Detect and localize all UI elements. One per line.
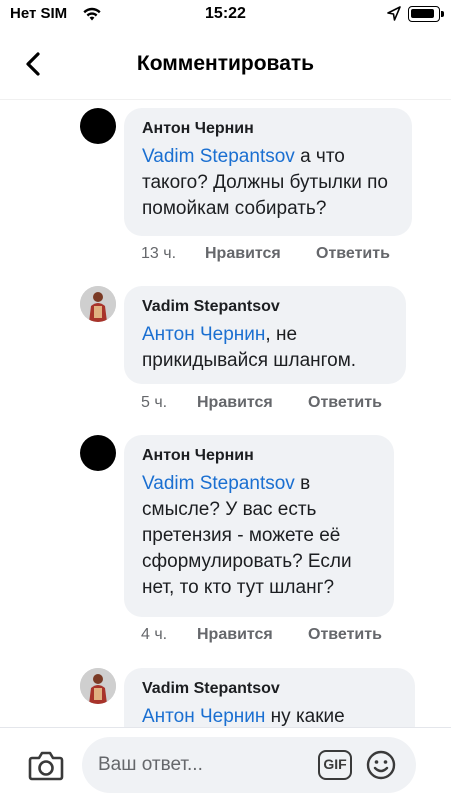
header: Комментировать <box>0 30 451 100</box>
reply-button[interactable]: Ответить <box>316 245 390 263</box>
comment-text: Антон Чернин, не прикидывайся шлангом. <box>142 322 388 374</box>
mention-link[interactable]: Антон Чернин <box>142 324 265 345</box>
comment-time: 13 ч. <box>141 245 177 262</box>
avatar-photo-icon <box>80 286 116 322</box>
reply-box: GIF <box>82 737 416 793</box>
reply-button[interactable]: Ответить <box>308 626 382 644</box>
comment-bubble: Vadim Stepantsov Антон Чернин ну какие <box>124 668 415 727</box>
gif-icon[interactable]: GIF <box>318 750 352 780</box>
comment-actions: 13 ч. Нравится Ответить <box>141 245 411 265</box>
comment-text: Vadim Stepantsov в смысле? У вас есть пр… <box>142 471 376 601</box>
comment-body: ну какие <box>265 706 345 727</box>
comment-actions: 5 ч. Нравится Ответить <box>141 394 411 414</box>
avatar[interactable] <box>80 108 116 144</box>
location-arrow-icon <box>387 6 401 21</box>
avatar[interactable] <box>80 435 116 471</box>
comment-composer: GIF <box>0 727 451 800</box>
emoji-icon[interactable] <box>365 749 397 781</box>
comment-actions: 4 ч. Нравится Ответить <box>141 626 411 646</box>
like-button[interactable]: Нравится <box>205 245 281 263</box>
status-bar: Нет SIM 15:22 <box>0 0 451 30</box>
avatar-photo-icon <box>80 668 116 704</box>
comment-time: 4 ч. <box>141 626 168 643</box>
reply-input[interactable] <box>98 737 308 793</box>
comment-text: Vadim Stepantsov а что такого? Должны бу… <box>142 144 394 222</box>
comment-author[interactable]: Vadim Stepantsov <box>142 678 397 700</box>
comment-text: Антон Чернин ну какие <box>142 704 397 727</box>
clock: 15:22 <box>205 5 246 22</box>
battery-icon <box>408 6 444 22</box>
avatar[interactable] <box>80 286 116 322</box>
mention-link[interactable]: Vadim Stepantsov <box>142 473 295 494</box>
comment-author[interactable]: Антон Чернин <box>142 445 376 467</box>
comment-author[interactable]: Антон Чернин <box>142 118 394 140</box>
page-title: Комментировать <box>136 52 315 75</box>
avatar[interactable] <box>80 668 116 704</box>
like-button[interactable]: Нравится <box>197 626 273 644</box>
mention-link[interactable]: Антон Чернин <box>142 706 265 727</box>
comment-bubble: Антон Чернин Vadim Stepantsov в смысле? … <box>124 435 394 617</box>
reply-button[interactable]: Ответить <box>308 394 382 412</box>
like-button[interactable]: Нравится <box>197 394 273 412</box>
comment-bubble: Антон Чернин Vadim Stepantsov а что тако… <box>124 108 412 236</box>
comment-bubble: Vadim Stepantsov Антон Чернин, не прикид… <box>124 286 406 384</box>
comment-list[interactable]: Антон Чернин Vadim Stepantsov а что тако… <box>0 100 451 727</box>
mention-link[interactable]: Vadim Stepantsov <box>142 146 295 167</box>
comment-author[interactable]: Vadim Stepantsov <box>142 296 388 318</box>
camera-icon[interactable] <box>26 745 66 785</box>
comment-time: 5 ч. <box>141 394 168 411</box>
